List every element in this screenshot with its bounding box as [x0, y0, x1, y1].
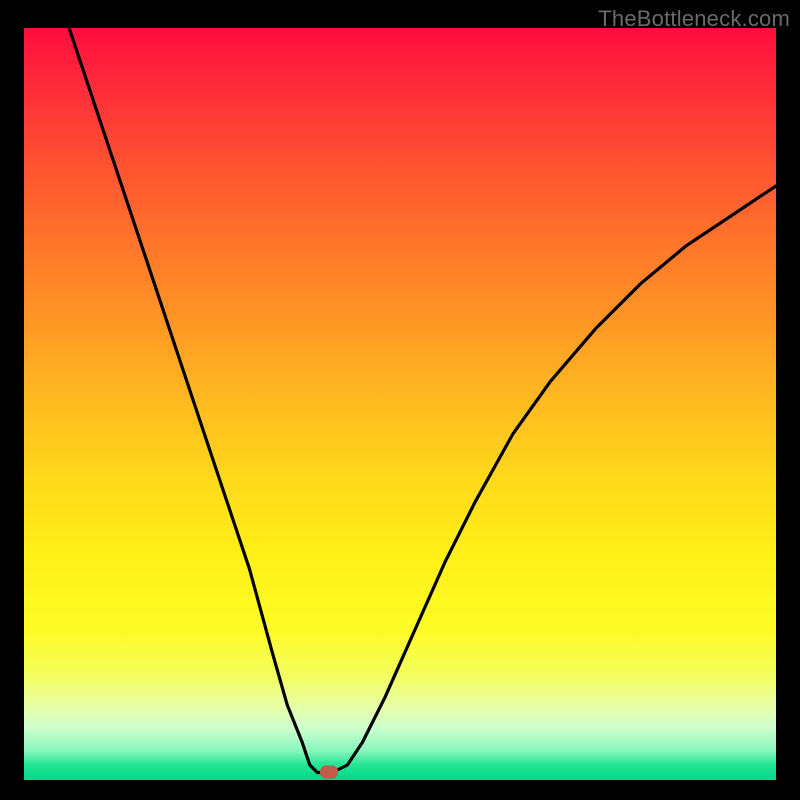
- watermark-text: TheBottleneck.com: [598, 6, 790, 32]
- chart-area: [24, 28, 776, 780]
- bottleneck-curve: [24, 28, 776, 780]
- optimum-marker: [320, 766, 338, 779]
